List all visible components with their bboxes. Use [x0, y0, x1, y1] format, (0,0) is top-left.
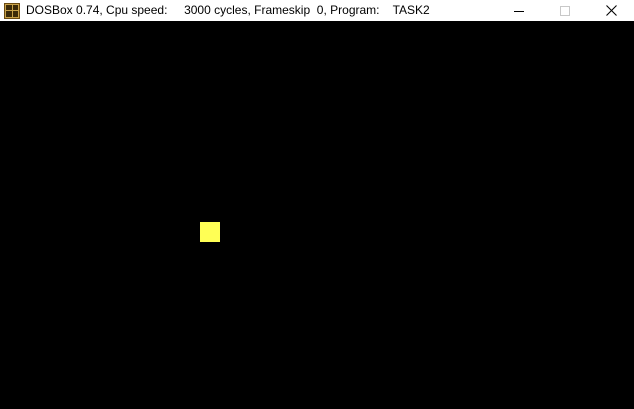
yellow-square-sprite: [200, 222, 220, 242]
close-button[interactable]: [588, 0, 634, 21]
dos-screen[interactable]: [0, 21, 634, 409]
title-bar[interactable]: DOSBox 0.74, Cpu speed: 3000 cycles, Fra…: [0, 0, 634, 21]
maximize-button[interactable]: [542, 0, 588, 21]
dosbox-window: DOSBox 0.74, Cpu speed: 3000 cycles, Fra…: [0, 0, 634, 409]
minimize-icon: [514, 10, 524, 12]
maximize-icon: [560, 5, 570, 16]
window-controls: [496, 0, 634, 21]
close-icon: [605, 5, 617, 16]
dosbox-icon[interactable]: [4, 2, 20, 19]
window-title: DOSBox 0.74, Cpu speed: 3000 cycles, Fra…: [26, 3, 430, 17]
minimize-button[interactable]: [496, 0, 542, 21]
